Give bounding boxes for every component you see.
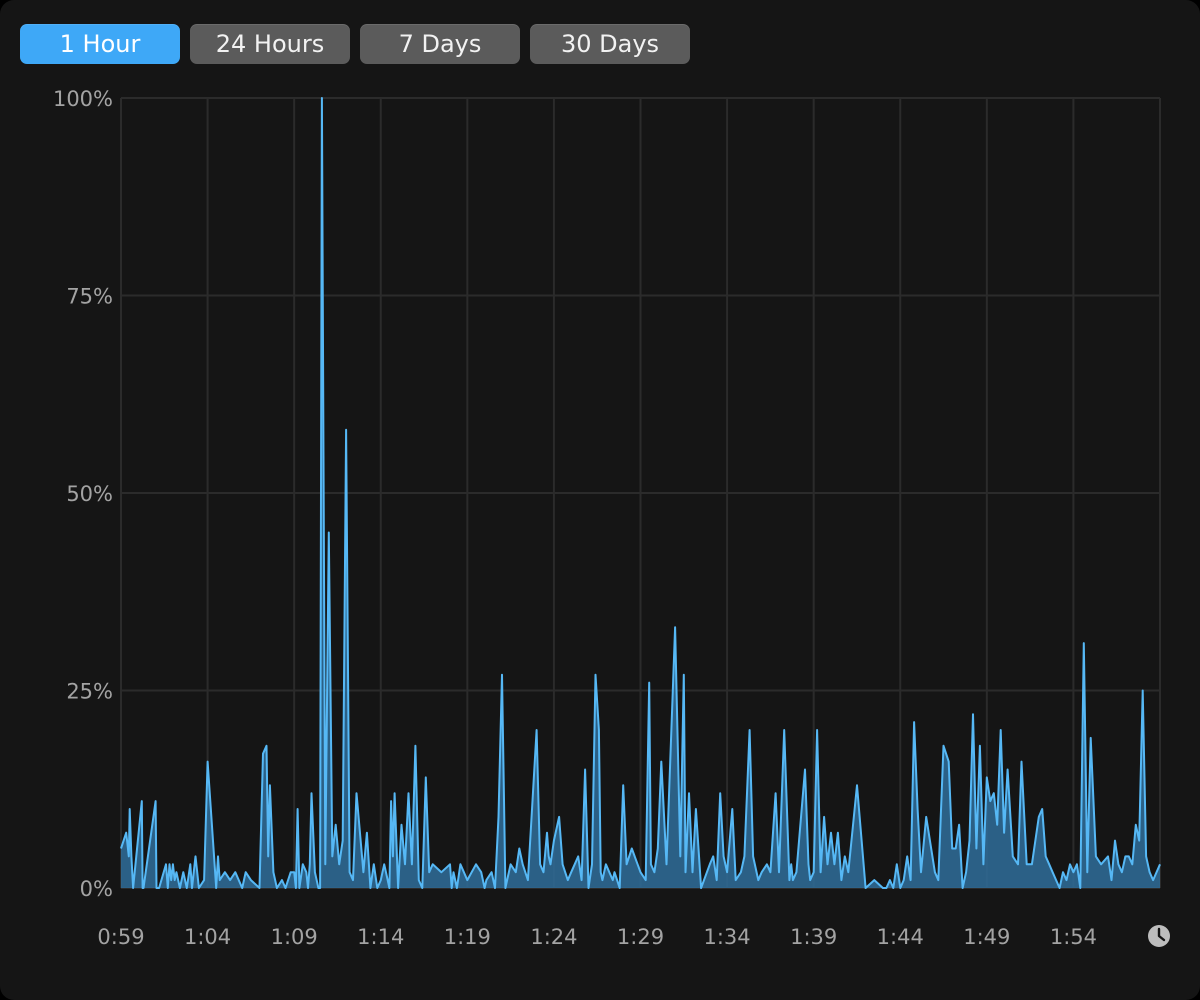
x-tick-label: 1:04 [184,925,231,949]
y-axis: 0% 25% 50% 75% 100% [53,87,113,901]
x-tick-label: 0:59 [97,925,144,949]
x-tick-label: 1:29 [617,925,664,949]
x-tick-label: 1:19 [444,925,491,949]
y-tick-label: 25% [66,680,113,704]
y-tick-label: 100% [53,87,113,111]
x-tick-label: 1:14 [357,925,404,949]
y-tick-label: 50% [66,482,113,506]
y-tick-label: 0% [80,877,113,901]
x-tick-label: 1:09 [271,925,318,949]
app-window: 1 Hour 24 Hours 7 Days 30 Days 0% 25% 50% 7… [0,0,1200,1000]
usage-chart: 0% 25% 50% 75% 100% 0:59 1:04 1:09 1:14 1:19 1:24… [53,87,1170,949]
x-tick-label: 1:44 [877,925,924,949]
x-tick-label: 1:49 [963,925,1010,949]
x-tick-label: 1:34 [703,925,750,949]
x-tick-label: 1:39 [790,925,837,949]
chart-grid [120,97,1161,889]
clock-icon[interactable] [1148,925,1170,947]
x-axis: 0:59 1:04 1:09 1:14 1:19 1:24 1:29 1:34 1:39 1:44… [97,925,1097,949]
x-tick-label: 1:54 [1050,925,1097,949]
y-tick-label: 75% [66,285,113,309]
x-tick-label: 1:24 [530,925,577,949]
